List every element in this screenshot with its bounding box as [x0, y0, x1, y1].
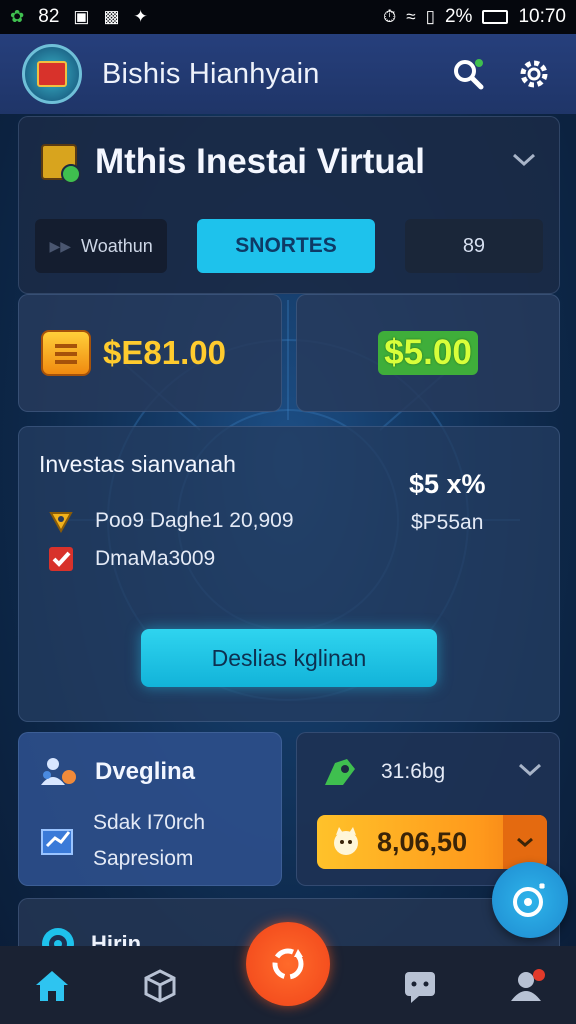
chat-icon: [405, 972, 435, 1003]
users-icon: [41, 758, 76, 785]
game-board-icon: [41, 144, 81, 184]
location-pin-icon: [47, 507, 75, 535]
tab-woathun[interactable]: ▶▶ Woathun: [35, 219, 168, 273]
signal-icon: ▯: [425, 7, 435, 26]
balance-card-left[interactable]: $E81.00: [18, 294, 282, 412]
list-item-label: DmaMa3009: [95, 547, 216, 570]
select-dropdown-button[interactable]: [503, 815, 547, 869]
nav-packages[interactable]: [138, 964, 182, 1008]
cube-icon: [144, 969, 176, 1003]
nav-messages[interactable]: [398, 964, 442, 1008]
info-card-left[interactable]: Dveglina Sdak I70rch Sapresiom: [18, 732, 282, 886]
home-icon: [36, 971, 68, 1001]
rocket-icon: [325, 759, 355, 785]
investment-percent: $5 x%: [409, 469, 486, 499]
primary-action-button[interactable]: Deslias kglinan: [141, 629, 437, 687]
search-icon: [454, 59, 484, 90]
expand-button[interactable]: [517, 762, 543, 783]
nav-profile[interactable]: [506, 964, 550, 1008]
arrows-icon: ▶▶: [49, 237, 72, 254]
search-button[interactable]: [448, 54, 488, 94]
profile-icon: [511, 969, 545, 1001]
treasure-chest-icon: [41, 330, 91, 376]
balance-value: $E81.00: [103, 334, 226, 371]
tab-snortes[interactable]: SNORTES: [197, 219, 375, 273]
leaf-icon: ✿: [10, 7, 25, 26]
investment-amount: $P55an: [411, 511, 484, 534]
card-line-1: Sdak I70rch: [93, 811, 206, 834]
chevron-down-icon: [517, 837, 533, 847]
support-fab[interactable]: [492, 862, 568, 938]
card-title: Dveglina: [95, 758, 196, 785]
wifi-icon: ≈: [406, 7, 416, 26]
page-title: Mthis Inestai Virtual: [95, 142, 425, 181]
app-bar: Bishis Hianhyain: [0, 34, 576, 114]
chat-gear-icon: [513, 882, 546, 917]
gear-icon: [520, 60, 548, 88]
chevron-down-icon: [518, 763, 542, 776]
status-bar: ✿ 82 ▣ ▩ ✦ ⏱ ≈ ▯ 2% 10:70: [0, 0, 576, 34]
tab-label: 89: [462, 234, 486, 257]
header-card: Mthis Inestai Virtual ▶▶ Woathun SNORTES…: [18, 116, 560, 294]
header-expand-button[interactable]: [511, 152, 537, 173]
image-icon: ▩: [103, 7, 120, 26]
list-item-label: Poo9 Daghe1 20,909: [95, 509, 294, 532]
alarm-icon: ⏱: [383, 7, 397, 26]
clock: 10:70: [518, 6, 566, 27]
notification-count: 82: [38, 6, 60, 27]
bonus-value: $5.00: [378, 331, 478, 375]
tab-count[interactable]: 89: [404, 219, 544, 273]
investment-card: Investas sianvanah $5 x% Poo9 Daghe1 20,…: [18, 426, 560, 722]
tab-label: SNORTES: [235, 234, 337, 257]
settings-button[interactable]: [514, 54, 554, 94]
checkbox-checked-icon: [47, 545, 75, 573]
center-action-button[interactable]: [246, 922, 330, 1006]
chevron-down-icon: [512, 153, 536, 166]
app-title: Bishis Hianhyain: [102, 57, 320, 90]
nav-home[interactable]: [30, 964, 74, 1008]
refresh-icon: [272, 948, 304, 980]
select-value: 8,06,50: [377, 826, 468, 857]
list-item[interactable]: Poo9 Daghe1 20,909: [47, 507, 294, 535]
app-logo[interactable]: [22, 44, 82, 104]
battery-icon: [482, 10, 509, 24]
battery-percent: 2%: [444, 6, 473, 27]
chart-icon: [41, 829, 73, 855]
pinwheel-icon: ✦: [133, 7, 148, 26]
cat-icon: [334, 827, 358, 855]
balance-card-right[interactable]: $5.00: [296, 294, 560, 412]
investment-title: Investas sianvanah: [39, 451, 236, 477]
gallery-icon: ▣: [73, 7, 90, 26]
tab-label: Woathun: [81, 235, 153, 256]
card-line-2: Sapresiom: [93, 847, 194, 870]
card-label: 31:6bg: [381, 760, 446, 783]
value-select[interactable]: 8,06,50: [317, 815, 547, 869]
tab-bar: ▶▶ Woathun SNORTES 89: [19, 219, 559, 273]
list-item[interactable]: DmaMa3009: [47, 545, 215, 573]
